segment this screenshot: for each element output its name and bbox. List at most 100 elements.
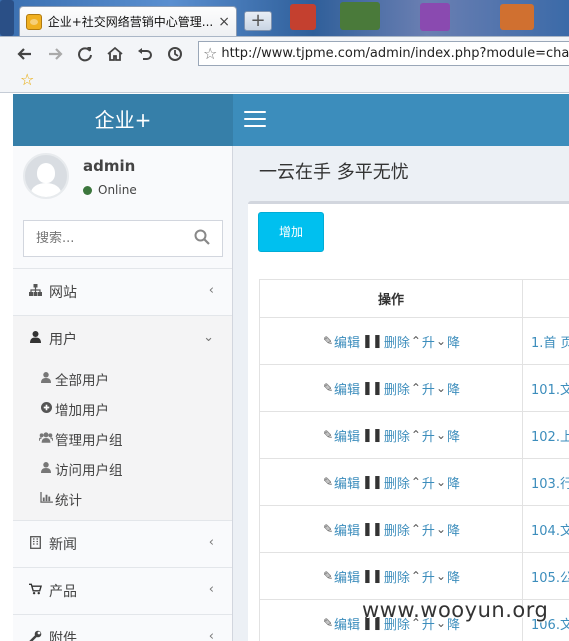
history-icon[interactable] bbox=[160, 41, 190, 67]
sidebar-item-label: 产品 bbox=[49, 584, 77, 600]
sidebar-subitem-visitor-groups[interactable]: 访问用户组 bbox=[13, 454, 232, 484]
move-up-icon[interactable]: ⌃ bbox=[411, 522, 421, 536]
channel-name-link[interactable]: 105.公 bbox=[522, 552, 569, 600]
edit-icon[interactable]: ✎ bbox=[323, 334, 333, 348]
chevron-left-icon: ‹ bbox=[208, 283, 214, 298]
address-bar[interactable]: ☆ http://www.tjpme.com/admin/index.php?m… bbox=[198, 41, 569, 66]
move-down-icon[interactable]: ⌄ bbox=[436, 428, 446, 442]
sidebar-item-users[interactable]: 用户 ⌄ bbox=[13, 315, 232, 362]
move-up-link[interactable]: 升 bbox=[422, 332, 435, 351]
move-down-icon[interactable]: ⌄ bbox=[436, 569, 446, 583]
delete-link[interactable]: 删除 bbox=[384, 473, 410, 492]
sidebar-item-attachments[interactable]: 附件 ‹ bbox=[13, 614, 232, 641]
sidebar-subitem-all-users[interactable]: 全部用户 bbox=[13, 364, 232, 394]
edit-link[interactable]: 编辑 bbox=[334, 473, 360, 492]
move-down-link[interactable]: 降 bbox=[447, 332, 460, 351]
edit-link[interactable]: 编辑 bbox=[334, 567, 360, 586]
delete-icon[interactable]: ❚❚ bbox=[362, 334, 383, 349]
sidebar-subitem-add-user[interactable]: 增加用户 bbox=[13, 394, 232, 424]
tab-title: 企业+社交网络营销中心管理... bbox=[47, 15, 214, 29]
move-down-icon[interactable]: ⌄ bbox=[436, 334, 446, 348]
sidebar-item-label: 附件 bbox=[49, 631, 77, 641]
edit-icon[interactable]: ✎ bbox=[323, 522, 333, 536]
back-icon[interactable] bbox=[10, 41, 40, 67]
browser-tab[interactable]: 企业+社交网络营销中心管理... × bbox=[19, 6, 237, 36]
move-down-link[interactable]: 降 bbox=[447, 379, 460, 398]
sidebar-subitem-statistics[interactable]: 统计 bbox=[13, 484, 232, 514]
move-down-link[interactable]: 降 bbox=[447, 473, 460, 492]
hamburger-icon[interactable] bbox=[244, 111, 266, 132]
channel-name-link[interactable]: 103.行 bbox=[522, 458, 569, 506]
delete-link[interactable]: 删除 bbox=[384, 332, 410, 351]
move-up-icon[interactable]: ⌃ bbox=[411, 381, 421, 395]
bookmarks-star-icon[interactable]: ☆ bbox=[20, 70, 34, 89]
browser-toolbar: ☆ http://www.tjpme.com/admin/index.php?m… bbox=[0, 36, 569, 70]
move-up-link[interactable]: 升 bbox=[422, 520, 435, 539]
move-down-icon[interactable]: ⌄ bbox=[436, 475, 446, 489]
column-header-actions: 操作 bbox=[259, 279, 523, 318]
delete-link[interactable]: 删除 bbox=[384, 567, 410, 586]
channel-name-link[interactable]: 104.文 bbox=[522, 505, 569, 553]
site-favicon-icon bbox=[26, 13, 42, 30]
delete-icon[interactable]: ❚❚ bbox=[362, 428, 383, 443]
channel-name-link[interactable]: 101.文 bbox=[522, 364, 569, 412]
delete-link[interactable]: 删除 bbox=[384, 520, 410, 539]
move-down-link[interactable]: 降 bbox=[447, 520, 460, 539]
edit-icon[interactable]: ✎ bbox=[323, 428, 333, 442]
edit-link[interactable]: 编辑 bbox=[334, 614, 360, 633]
edit-link[interactable]: 编辑 bbox=[334, 379, 360, 398]
delete-icon[interactable]: ❚❚ bbox=[362, 569, 383, 584]
delete-icon[interactable]: ❚❚ bbox=[362, 381, 383, 396]
bookmark-star-icon[interactable]: ☆ bbox=[203, 44, 217, 63]
move-up-link[interactable]: 升 bbox=[422, 567, 435, 586]
edit-link[interactable]: 编辑 bbox=[334, 520, 360, 539]
move-up-link[interactable]: 升 bbox=[422, 379, 435, 398]
forward-icon[interactable] bbox=[40, 41, 70, 67]
move-down-icon[interactable]: ⌄ bbox=[436, 381, 446, 395]
edit-icon[interactable]: ✎ bbox=[323, 475, 333, 489]
edit-icon[interactable]: ✎ bbox=[323, 569, 333, 583]
move-up-link[interactable]: 升 bbox=[422, 473, 435, 492]
move-up-icon[interactable]: ⌃ bbox=[411, 428, 421, 442]
delete-link[interactable]: 删除 bbox=[384, 426, 410, 445]
delete-icon[interactable]: ❚❚ bbox=[362, 522, 383, 537]
sidebar-menu: 网站 ‹ 用户 ⌄ 全部用户 增加用户 管理用户组 访问用户组 统计 新闻 ‹ … bbox=[13, 268, 232, 641]
sidebar-subitem-label: 统计 bbox=[55, 493, 82, 509]
row-actions: ✎ 编辑 ❚❚ 删除 ⌃ 升 ⌄ 降 bbox=[259, 317, 523, 365]
sidebar-item-news[interactable]: 新闻 ‹ bbox=[13, 520, 232, 567]
content-header: 一云在手 多平无忧 bbox=[233, 146, 569, 192]
sidebar-subitem-manage-groups[interactable]: 管理用户组 bbox=[13, 424, 232, 454]
move-up-link[interactable]: 升 bbox=[422, 426, 435, 445]
new-tab-button[interactable]: + bbox=[244, 11, 272, 31]
edit-icon[interactable]: ✎ bbox=[323, 381, 333, 395]
avatar bbox=[23, 153, 69, 199]
move-down-link[interactable]: 降 bbox=[447, 567, 460, 586]
user-name: admin bbox=[83, 157, 136, 175]
reload-icon[interactable] bbox=[70, 41, 100, 67]
move-up-icon[interactable]: ⌃ bbox=[411, 334, 421, 348]
cart-icon bbox=[27, 583, 43, 599]
tab-close-icon[interactable]: × bbox=[218, 14, 230, 30]
edit-link[interactable]: 编辑 bbox=[334, 332, 360, 351]
home-icon[interactable] bbox=[100, 41, 130, 67]
move-up-icon[interactable]: ⌃ bbox=[411, 569, 421, 583]
undo-icon[interactable] bbox=[130, 41, 160, 67]
sidebar-item-website[interactable]: 网站 ‹ bbox=[13, 268, 232, 315]
delete-icon[interactable]: ❚❚ bbox=[362, 475, 383, 490]
sidebar-subitem-label: 增加用户 bbox=[55, 403, 109, 419]
brand-logo[interactable]: 企业+ bbox=[13, 94, 233, 146]
channel-name-link[interactable]: 1.首 页 bbox=[522, 317, 569, 365]
search-icon[interactable] bbox=[194, 229, 210, 245]
search-input[interactable] bbox=[36, 231, 186, 246]
sidebar-item-products[interactable]: 产品 ‹ bbox=[13, 567, 232, 614]
move-down-link[interactable]: 降 bbox=[447, 426, 460, 445]
channel-name-link[interactable]: 102.上 bbox=[522, 411, 569, 459]
edit-icon[interactable]: ✎ bbox=[323, 616, 333, 630]
move-down-icon[interactable]: ⌄ bbox=[436, 522, 446, 536]
sidebar-subitem-label: 全部用户 bbox=[55, 373, 109, 389]
move-up-icon[interactable]: ⌃ bbox=[411, 475, 421, 489]
address-url[interactable]: http://www.tjpme.com/admin/index.php?mod… bbox=[221, 46, 569, 61]
edit-link[interactable]: 编辑 bbox=[334, 426, 360, 445]
delete-link[interactable]: 删除 bbox=[384, 379, 410, 398]
add-button[interactable]: 增加 bbox=[258, 212, 324, 252]
